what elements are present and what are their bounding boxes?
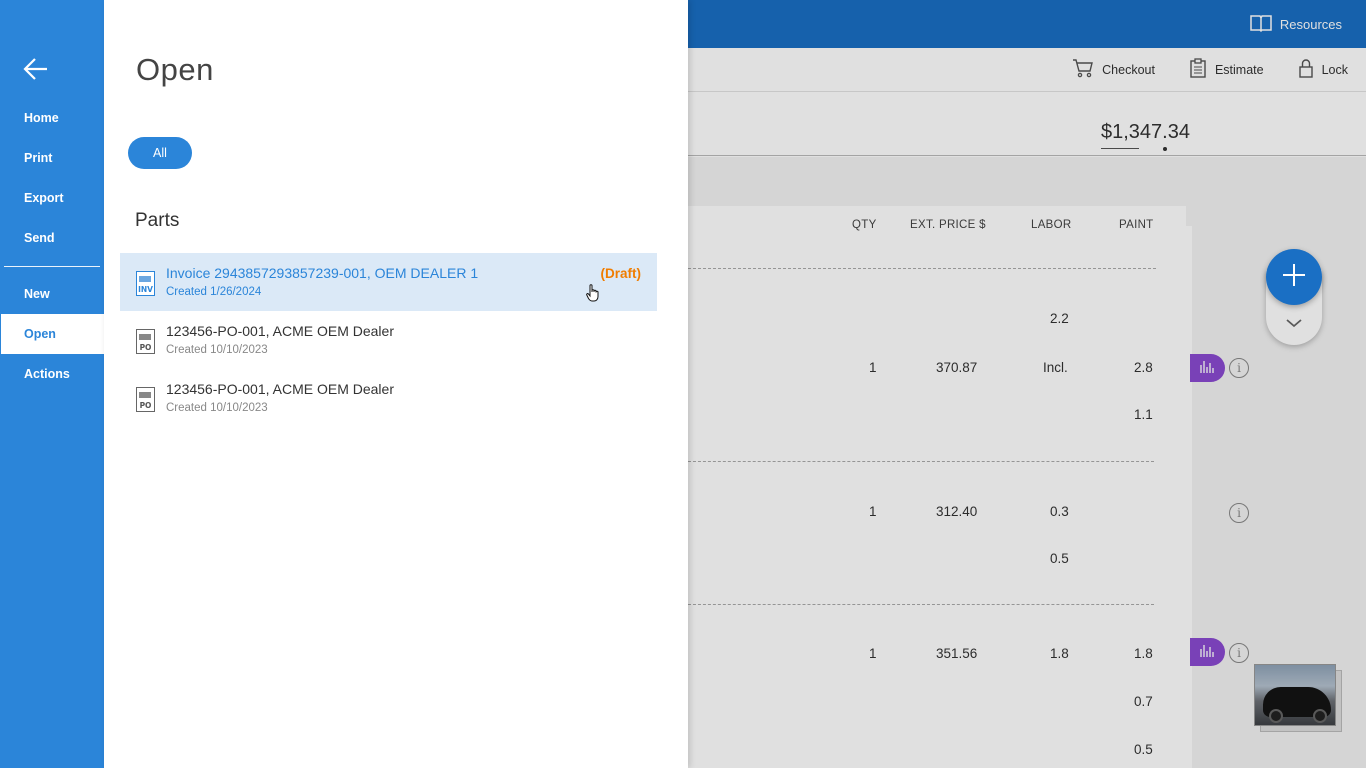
nav-divider (4, 266, 100, 267)
document-created-date: Created 1/26/2024 (166, 286, 262, 298)
document-title: 123456-PO-001, ACME OEM Dealer (166, 323, 394, 339)
arrow-left-icon (23, 57, 49, 86)
document-icon-label: INV (138, 285, 153, 294)
hand-pointer-cursor-icon (586, 284, 600, 302)
draft-status-badge: (Draft) (600, 266, 642, 281)
open-panel: Open All Parts INV Invoice 2943857293857… (104, 0, 688, 768)
section-title-parts: Parts (135, 210, 180, 231)
document-icon-band (139, 392, 151, 398)
document-created-date: Created 10/10/2023 (166, 344, 268, 356)
document-icon-label: PO (139, 401, 152, 410)
nav-item-open[interactable]: Open (1, 314, 104, 354)
filter-all-chip[interactable]: All (128, 137, 192, 169)
document-title: Invoice 2943857293857239-001, OEM DEALER… (166, 265, 479, 281)
purchase-order-document-icon: PO (136, 329, 155, 354)
nav-item-print[interactable]: Print (0, 138, 104, 178)
nav-item-export[interactable]: Export (0, 178, 104, 218)
back-button[interactable] (22, 57, 50, 85)
document-created-date: Created 10/10/2023 (166, 402, 268, 414)
document-icon-band (139, 276, 151, 282)
document-row[interactable]: PO 123456-PO-001, ACME OEM Dealer Create… (120, 369, 657, 427)
invoice-document-icon: INV (136, 271, 155, 296)
file-menu-nav: Home Print Export Send New Open Actions (0, 0, 104, 768)
nav-item-send[interactable]: Send (0, 218, 104, 258)
nav-item-home[interactable]: Home (0, 98, 104, 138)
nav-item-new[interactable]: New (0, 274, 104, 314)
plus-icon (1281, 262, 1307, 293)
document-title: 123456-PO-001, ACME OEM Dealer (166, 381, 394, 397)
purchase-order-document-icon: PO (136, 387, 155, 412)
document-icon-label: PO (139, 343, 152, 352)
add-button[interactable] (1266, 249, 1322, 305)
document-icon-band (139, 334, 151, 340)
nav-item-actions[interactable]: Actions (0, 354, 104, 394)
document-row[interactable]: INV Invoice 2943857293857239-001, OEM DE… (120, 253, 657, 311)
page-title: Open (136, 52, 214, 87)
document-row[interactable]: PO 123456-PO-001, ACME OEM Dealer Create… (120, 311, 657, 369)
